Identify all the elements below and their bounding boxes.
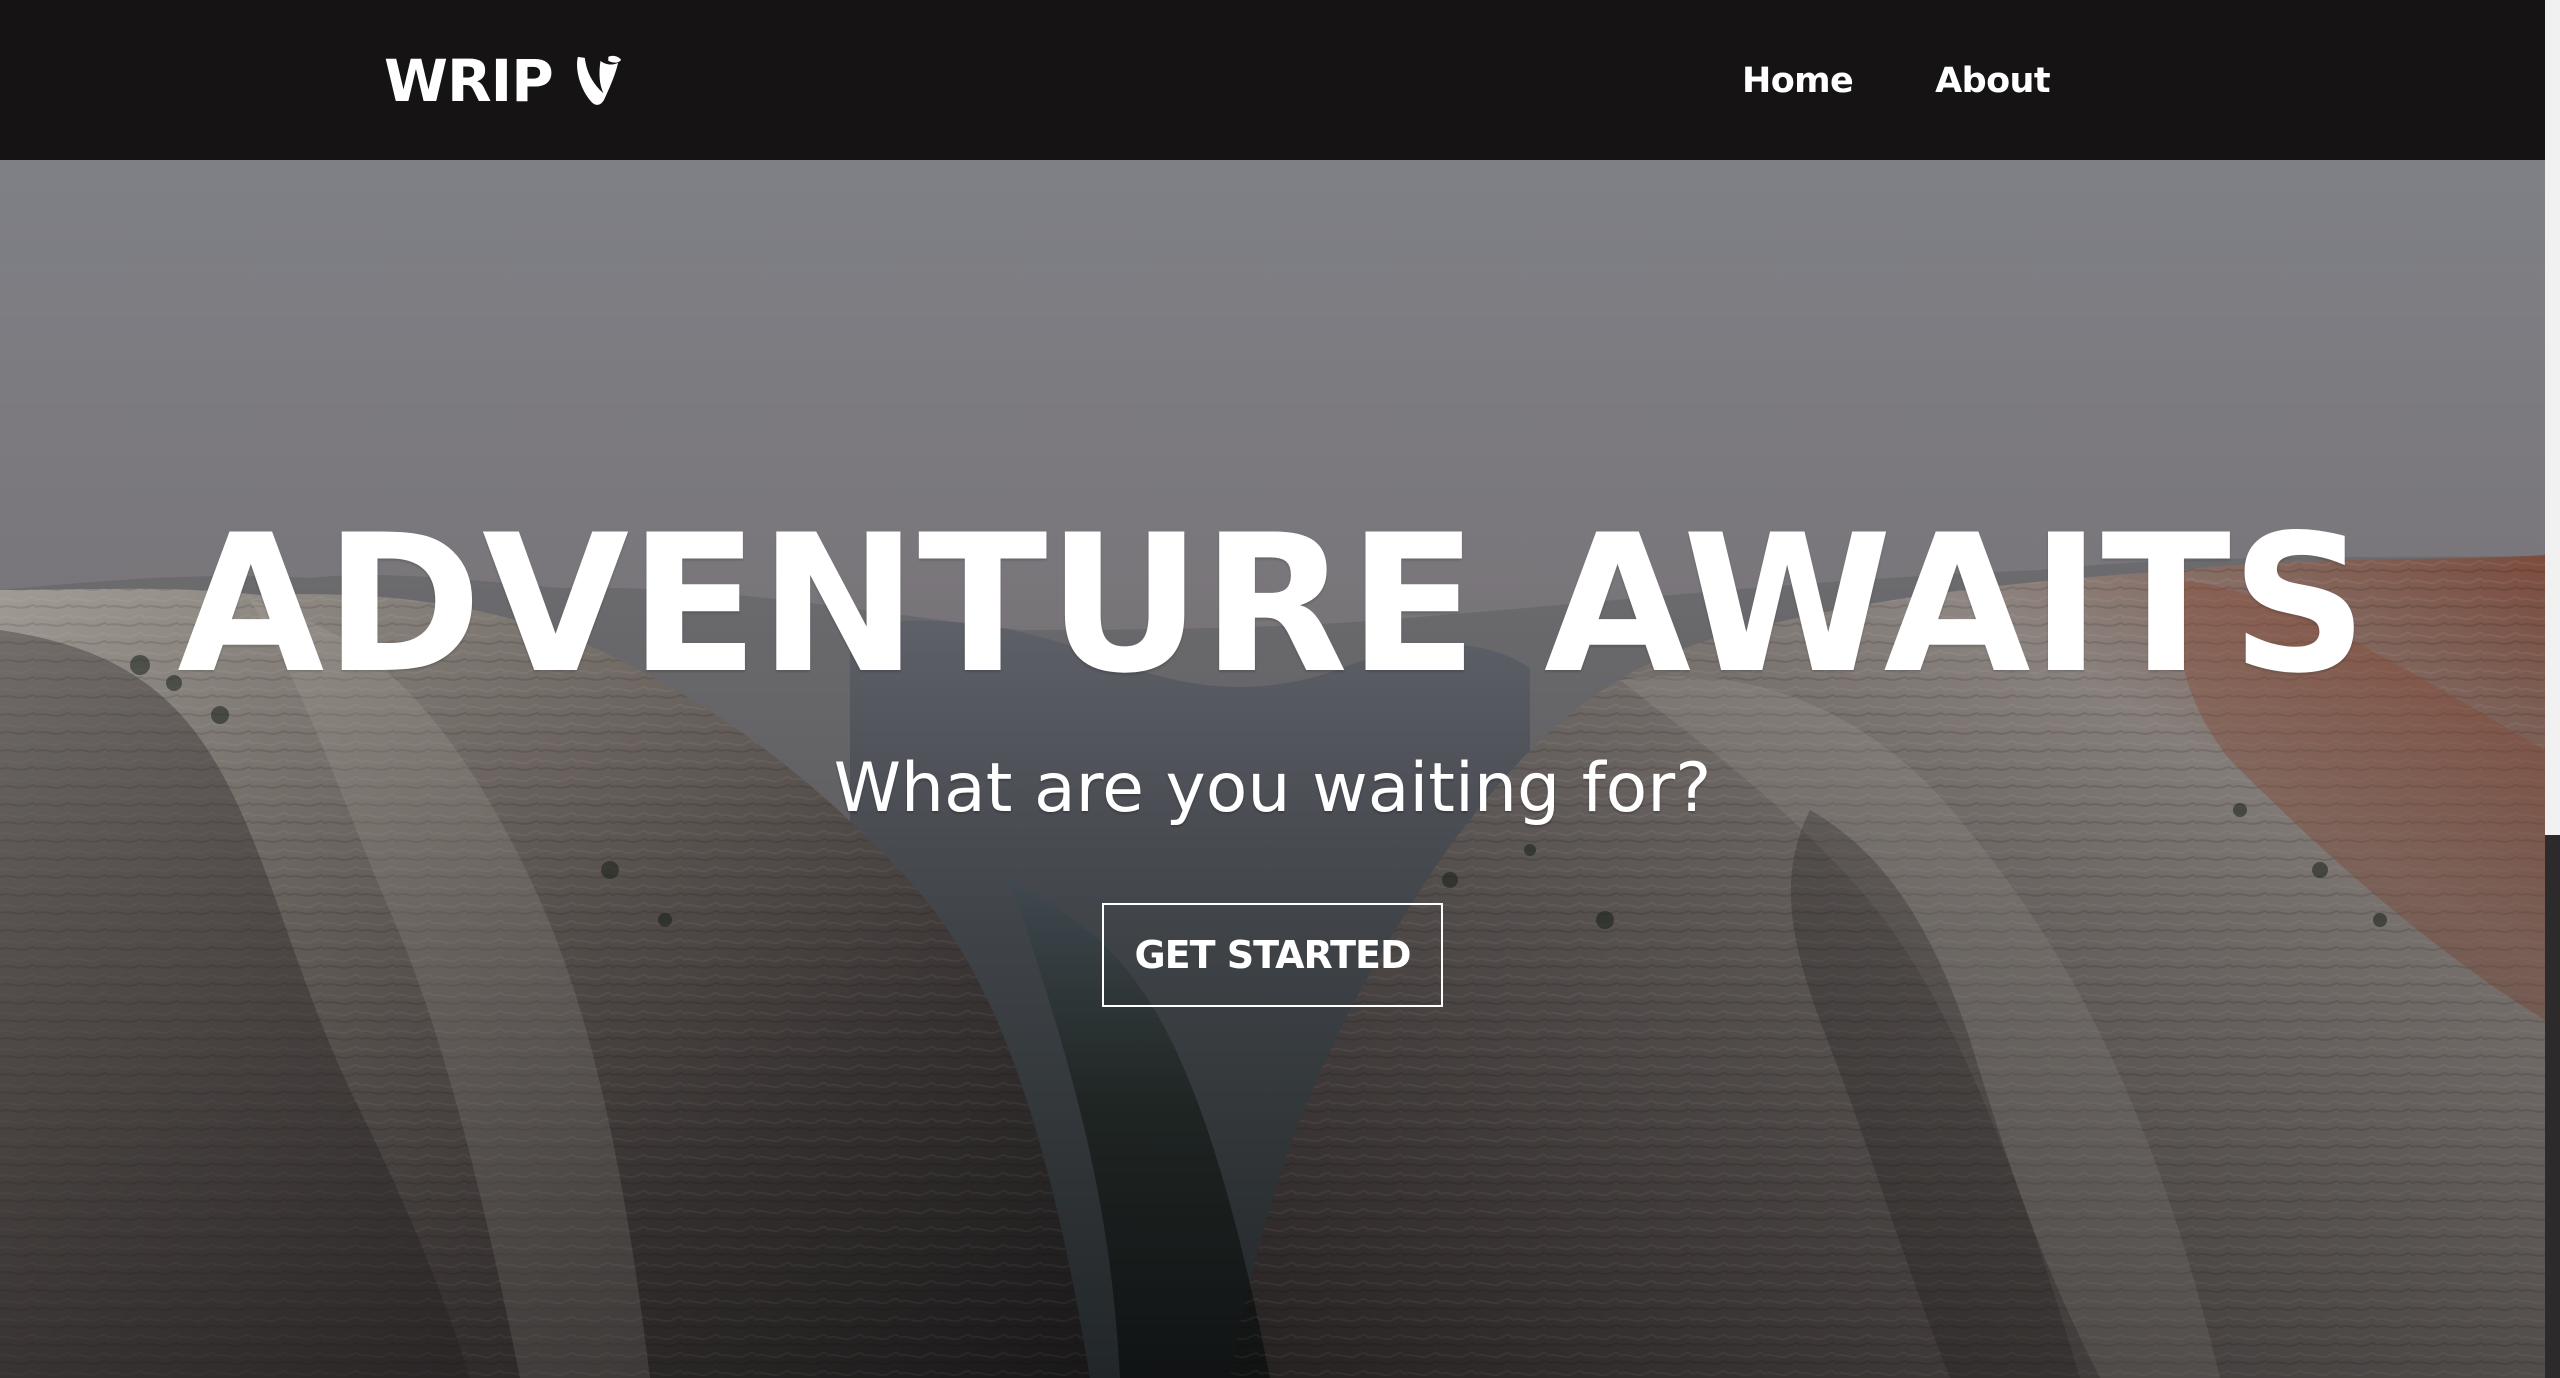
get-started-button[interactable]: GET STARTED bbox=[1102, 903, 1443, 1007]
nav-about-link[interactable]: About bbox=[1935, 54, 2050, 108]
primary-navigation: Home About bbox=[1742, 54, 2051, 108]
hero-section: ADVENTURE AWAITS What are you waiting fo… bbox=[0, 160, 2545, 1378]
site-header: WRIP Home About bbox=[0, 0, 2545, 160]
page: WRIP Home About ADVENTURE AWAITS What ar… bbox=[0, 0, 2560, 1378]
hero-subtitle: What are you waiting for? bbox=[833, 749, 1712, 828]
vertical-scrollbar-thumb[interactable] bbox=[2545, 835, 2560, 1378]
typo3-logo-icon bbox=[576, 55, 621, 105]
nav-home-link[interactable]: Home bbox=[1742, 54, 1854, 108]
brand-name: WRIP bbox=[384, 47, 554, 115]
brand-logo-link[interactable]: WRIP bbox=[384, 50, 626, 112]
hero-title: ADVENTURE AWAITS bbox=[177, 494, 2368, 715]
